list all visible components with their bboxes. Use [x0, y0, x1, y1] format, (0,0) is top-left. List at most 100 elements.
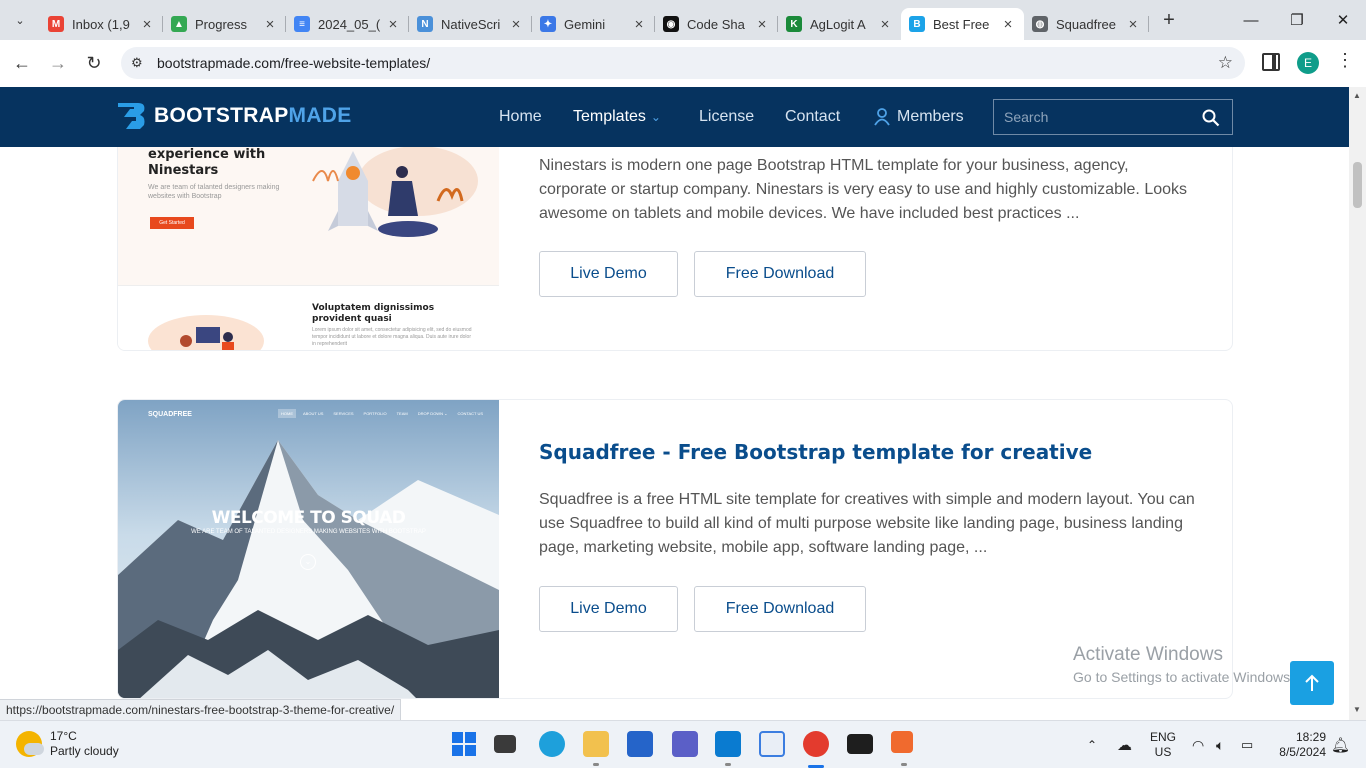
ninestars-description: Ninestars is modern one page Bootstrap H… — [539, 157, 1188, 222]
close-icon[interactable]: × — [262, 16, 278, 33]
nav-license[interactable]: License — [699, 87, 754, 147]
show-hidden-icons-button[interactable]: ⌃ — [1087, 721, 1097, 768]
file-explorer-icon[interactable] — [583, 731, 609, 757]
scroll-down-arrow-icon[interactable]: ▼ — [1353, 705, 1361, 714]
tab-label: Best Free — [933, 16, 990, 32]
volume-icon[interactable]: 🔈︎ — [1216, 721, 1224, 768]
tab-globe[interactable]: ◍ Squadfree × — [1024, 8, 1149, 40]
app-icon[interactable] — [759, 731, 785, 757]
site-info-icon[interactable]: ⚙ — [131, 55, 153, 71]
toolbar: ← → ↻ ⚙ bootstrapmade.com/free-website-t… — [0, 40, 1366, 87]
language-indicator[interactable]: ENG US — [1150, 721, 1176, 768]
back-button[interactable]: ← — [4, 46, 40, 82]
tab-notion[interactable]: N NativeScri × — [409, 8, 532, 40]
chrome-icon[interactable] — [803, 731, 829, 757]
clock-time: 18:29 — [1295, 730, 1326, 744]
onedrive-icon[interactable]: ☁ — [1117, 721, 1132, 768]
wifi-icon[interactable]: ◠ — [1192, 721, 1204, 768]
tab-gemini[interactable]: ✦ Gemini × — [532, 8, 655, 40]
side-panel-icon[interactable] — [1262, 53, 1280, 71]
url-text[interactable]: bootstrapmade.com/free-website-templates… — [157, 55, 430, 71]
new-tab-button[interactable]: + — [1153, 9, 1185, 32]
windows-taskbar: 17°C Partly cloudy ⌃ ☁ ENG US ◠ 🔈︎ ▭ 18:… — [0, 720, 1366, 768]
nav-contact[interactable]: Contact — [785, 87, 840, 147]
ninestars-live-demo-button[interactable]: Live Demo — [539, 251, 678, 297]
brand-bootstrap: BOOTSTRAP — [154, 104, 289, 127]
reload-button[interactable]: ↻ — [76, 46, 112, 82]
nav-members[interactable]: Members — [874, 87, 964, 147]
close-icon[interactable]: × — [1125, 16, 1141, 33]
microsoft-store-icon[interactable] — [627, 731, 653, 757]
tab-label: Gemini — [564, 16, 606, 32]
close-icon[interactable]: × — [385, 16, 401, 33]
browser-menu-icon[interactable]: ⋮ — [1336, 50, 1354, 71]
gemini-icon: ✦ — [540, 16, 556, 32]
profile-avatar[interactable]: E — [1297, 52, 1319, 74]
weather-condition: Partly cloudy — [50, 744, 119, 758]
brand-made: MADE — [288, 104, 352, 127]
bookmark-star-icon[interactable]: ☆ — [1218, 53, 1233, 73]
snipping-tool-icon[interactable] — [891, 731, 913, 753]
clock-date: 8/5/2024 — [1279, 745, 1326, 759]
bootstrapmade-icon: B — [909, 16, 925, 32]
preview-menu-item: ABOUT US — [303, 411, 324, 416]
preview-menu-item: SERVICES — [333, 411, 354, 416]
clock[interactable]: 18:29 8/5/2024 — [1272, 721, 1326, 768]
edge-icon[interactable] — [539, 731, 565, 757]
tab-label: Inbox (1,9 — [72, 16, 130, 32]
google-docs-icon: ≡ — [294, 16, 310, 32]
page-scrollbar[interactable]: ▲ ▼ — [1349, 87, 1366, 720]
scroll-up-arrow-icon[interactable]: ▲ — [1353, 91, 1361, 100]
nav-home[interactable]: Home — [499, 87, 542, 147]
bootstrapmade-logo[interactable]: BOOTSTRAPMADE — [116, 101, 352, 131]
preview-hero-title: experience with Ninestars — [148, 147, 266, 178]
close-icon[interactable]: × — [139, 16, 155, 33]
watermark-line1: Activate Windows — [1073, 644, 1223, 665]
back-to-top-button[interactable] — [1290, 661, 1334, 705]
tab-google-docs[interactable]: ≡ 2024_05_(× — [286, 8, 409, 40]
restore-button[interactable]: ❐ — [1274, 0, 1320, 40]
squadfree-title[interactable]: Squadfree - Free Bootstrap template for … — [539, 440, 1092, 464]
search-icon[interactable] — [1202, 109, 1220, 127]
address-bar[interactable]: ⚙ bootstrapmade.com/free-website-templat… — [121, 47, 1245, 79]
preview-section-title: Voluptatem dignissimos provident quasi — [312, 303, 435, 324]
notification-bell-icon[interactable]: 🔔︎ — [1331, 721, 1350, 768]
template-card-squadfree: SQUADFREE HOME ABOUT US SERVICES PORTFOLIO T… — [117, 399, 1233, 699]
minimize-button[interactable]: — — [1228, 0, 1274, 40]
close-icon[interactable]: × — [1000, 16, 1016, 33]
search-input[interactable] — [994, 109, 1184, 125]
battery-icon[interactable]: ▭ — [1241, 721, 1253, 768]
activate-windows-watermark: Activate Windows Go to Settings to activ… — [1073, 644, 1294, 685]
squadfree-preview-image[interactable]: SQUADFREE HOME ABOUT US SERVICES PORTFOLIO T… — [118, 400, 499, 698]
windows-start-icon[interactable] — [451, 731, 477, 757]
tab-google-drive[interactable]: ▲ Progress × — [163, 8, 286, 40]
task-view-icon[interactable] — [494, 735, 516, 753]
site-search — [993, 99, 1233, 135]
close-window-button[interactable]: ✕ — [1320, 0, 1366, 40]
weather-widget[interactable]: 17°C Partly cloudy — [16, 729, 119, 759]
mountain-photo — [118, 400, 499, 698]
terminal-icon[interactable] — [847, 734, 873, 754]
squadfree-free-download-button[interactable]: Free Download — [694, 586, 866, 632]
close-icon[interactable]: × — [754, 16, 770, 33]
user-icon — [874, 108, 890, 126]
nav-templates[interactable]: Templates ⌄ — [573, 87, 661, 147]
squadfree-live-demo-button[interactable]: Live Demo — [539, 586, 678, 632]
forward-button[interactable]: → — [40, 46, 76, 82]
scrollbar-thumb[interactable] — [1353, 162, 1362, 208]
close-icon[interactable]: × — [508, 16, 524, 33]
nav-templates-label: Templates — [573, 108, 646, 125]
teams-icon[interactable] — [672, 731, 698, 757]
tab-gmail[interactable]: M Inbox (1,9 × — [40, 8, 163, 40]
tab-bootstrapmade[interactable]: B Best Free × — [901, 8, 1024, 40]
tab-search-button[interactable]: ⌄ — [0, 0, 40, 40]
tab-aglogit[interactable]: K AgLogit A × — [778, 8, 901, 40]
tab-label: NativeScri — [441, 16, 501, 32]
tab-codeshare[interactable]: ◉ Code Sha × — [655, 8, 778, 40]
close-icon[interactable]: × — [631, 16, 647, 33]
notion-icon: N — [417, 16, 433, 32]
close-icon[interactable]: × — [877, 16, 893, 33]
vscode-icon[interactable] — [715, 731, 741, 757]
ninestars-free-download-button[interactable]: Free Download — [694, 251, 866, 297]
tab-label: AgLogit A — [810, 16, 866, 32]
